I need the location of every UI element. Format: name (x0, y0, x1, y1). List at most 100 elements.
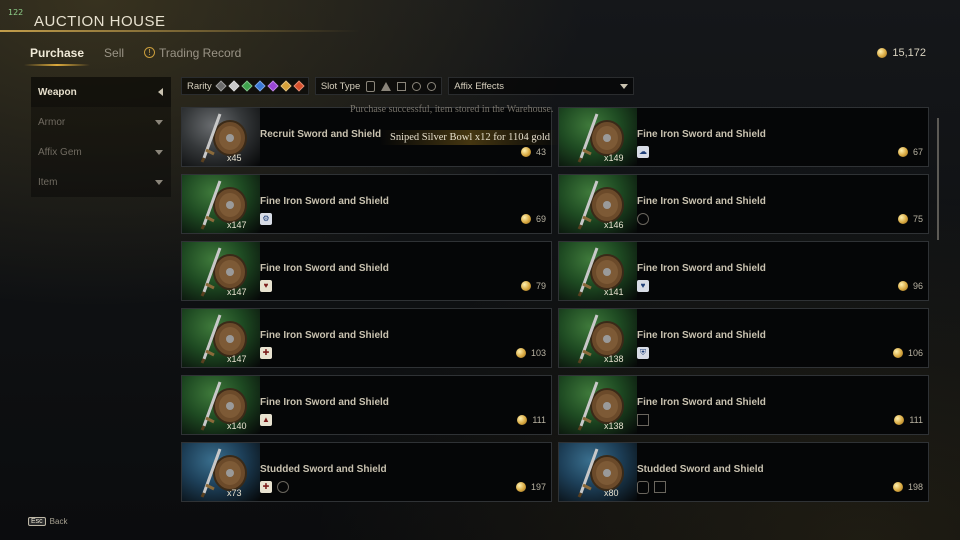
affix-effects-dropdown[interactable]: Affix Effects (448, 77, 635, 95)
item-thumbnail: x149 (559, 108, 637, 166)
chevron-down-icon (155, 119, 163, 125)
rarity-gem-icon[interactable] (280, 80, 292, 92)
gold-coin-icon (515, 348, 526, 358)
rarity-filter[interactable]: Rarity (181, 77, 309, 95)
empty-affix-slot-icon (654, 481, 666, 493)
listing-card[interactable]: x146 Fine Iron Sword and Shield 75 (558, 174, 929, 234)
purchase-notification: Purchase successful, item stored in the … (350, 104, 554, 115)
gold-coin-icon (897, 147, 908, 157)
listing-card[interactable]: x149 Fine Iron Sword and Shield ☁ 67 (558, 107, 929, 167)
rarity-gem-icon[interactable] (267, 80, 279, 92)
item-name: Fine Iron Sword and Shield (637, 196, 766, 207)
tab-purchase[interactable]: Purchase (23, 46, 91, 66)
affix-slots (637, 213, 654, 225)
item-price: 67 (897, 147, 923, 157)
rarity-gem-icon[interactable] (241, 80, 253, 92)
header-accent-line (0, 30, 360, 32)
sidebar-item-armor[interactable]: Armor (31, 107, 171, 137)
filter-bar: Rarity Slot Type Affix Effects (181, 77, 640, 95)
item-price: 96 (897, 281, 923, 291)
item-price: 75 (897, 214, 923, 224)
item-quantity: x149 (604, 153, 624, 163)
item-thumbnail: x147 (182, 175, 260, 233)
item-quantity: x147 (227, 220, 247, 230)
gold-coin-icon (894, 415, 905, 425)
tab-trading-record[interactable]: ! Trading Record (144, 46, 241, 60)
gold-coin-icon (892, 348, 903, 358)
item-quantity: x141 (604, 287, 624, 297)
gold-coin-icon (515, 482, 526, 492)
back-hint[interactable]: Esc Back (28, 517, 67, 526)
item-thumbnail: x147 (182, 309, 260, 367)
affix-slots: ✚ (260, 347, 277, 359)
item-price: 69 (520, 214, 546, 224)
sidebar-item-affix-gem[interactable]: Affix Gem (31, 137, 171, 167)
listing-card[interactable]: x138 Fine Iron Sword and Shield ⛨ 106 (558, 308, 929, 368)
item-price-value: 67 (912, 147, 923, 157)
item-quantity: x138 (604, 421, 624, 431)
slot-type-filter[interactable]: Slot Type (314, 77, 443, 95)
rarity-gem-icon[interactable] (228, 80, 240, 92)
item-price-value: 43 (535, 147, 546, 157)
rarity-gem-icon[interactable] (254, 80, 266, 92)
category-sidebar: Weapon Armor Affix Gem Item (31, 77, 171, 197)
gold-coin-icon (892, 482, 903, 492)
item-quantity: x146 (604, 220, 624, 230)
item-price-value: 103 (530, 348, 546, 358)
affix-gem-icon: ♥ (260, 280, 272, 292)
listing-card[interactable]: x138 Fine Iron Sword and Shield 111 (558, 375, 929, 435)
listing-scrollbar[interactable] (937, 118, 939, 240)
item-price-value: 111 (909, 415, 923, 425)
rarity-gem-icon[interactable] (293, 80, 305, 92)
item-price-value: 75 (912, 214, 923, 224)
item-price-value: 198 (907, 482, 923, 492)
item-price-value: 111 (532, 415, 546, 425)
item-thumbnail: x140 (182, 376, 260, 434)
affix-gem-icon: ▲ (260, 414, 272, 426)
listing-card[interactable]: x140 Fine Iron Sword and Shield ▲ 111 (181, 375, 552, 435)
item-name: Fine Iron Sword and Shield (260, 330, 389, 341)
affix-slots: ⚙ (260, 213, 277, 225)
slot-tri-icon[interactable] (381, 81, 392, 91)
gold-coin-icon (897, 214, 908, 224)
item-price: 197 (515, 482, 546, 492)
item-name: Fine Iron Sword and Shield (260, 196, 389, 207)
affix-gem-icon: ⛨ (637, 347, 649, 359)
listing-card[interactable]: x147 Fine Iron Sword and Shield ♥ 79 (181, 241, 552, 301)
page-title: AUCTION HOUSE (34, 13, 166, 30)
item-name: Fine Iron Sword and Shield (260, 397, 389, 408)
item-thumbnail: x146 (559, 175, 637, 233)
item-thumbnail: x138 (559, 376, 637, 434)
listing-card[interactable]: x147 Fine Iron Sword and Shield ⚙ 69 (181, 174, 552, 234)
tab-bar: Purchase Sell ! Trading Record (23, 46, 261, 66)
item-thumbnail: x147 (182, 242, 260, 300)
tab-sell[interactable]: Sell (104, 46, 124, 60)
sidebar-item-weapon[interactable]: Weapon (31, 77, 171, 107)
slot-rounded-icon[interactable] (366, 80, 376, 92)
snipe-notification: Sniped Silver Bowl x12 for 1104 gold (380, 130, 561, 145)
item-quantity: x80 (604, 488, 619, 498)
slot-circle-icon[interactable] (412, 81, 422, 91)
listing-card[interactable]: x141 Fine Iron Sword and Shield ♥ 96 (558, 241, 929, 301)
listing-card[interactable]: x80 Studded Sword and Shield 198 (558, 442, 929, 502)
item-price: 103 (515, 348, 546, 358)
item-quantity: x138 (604, 354, 624, 364)
sidebar-item-item[interactable]: Item (31, 167, 171, 197)
item-name: Studded Sword and Shield (260, 464, 387, 475)
slot-circle-icon[interactable] (427, 81, 437, 91)
affix-effects-label: Affix Effects (454, 80, 505, 92)
affix-gem-icon: ⚙ (260, 213, 272, 225)
chevron-down-icon (155, 179, 163, 185)
gold-coin-icon (897, 281, 908, 291)
item-name: Fine Iron Sword and Shield (637, 263, 766, 274)
affix-slots (637, 414, 654, 426)
item-thumbnail: x141 (559, 242, 637, 300)
rarity-filter-label: Rarity (187, 80, 212, 92)
slot-square-icon[interactable] (397, 81, 407, 91)
gold-coin-icon (517, 415, 528, 425)
rarity-gem-icon[interactable] (215, 80, 227, 92)
item-quantity: x147 (227, 354, 247, 364)
listing-card[interactable]: x73 Studded Sword and Shield ✚ 197 (181, 442, 552, 502)
listing-card[interactable]: x147 Fine Iron Sword and Shield ✚ 103 (181, 308, 552, 368)
affix-slots: ⛨ (637, 347, 654, 359)
